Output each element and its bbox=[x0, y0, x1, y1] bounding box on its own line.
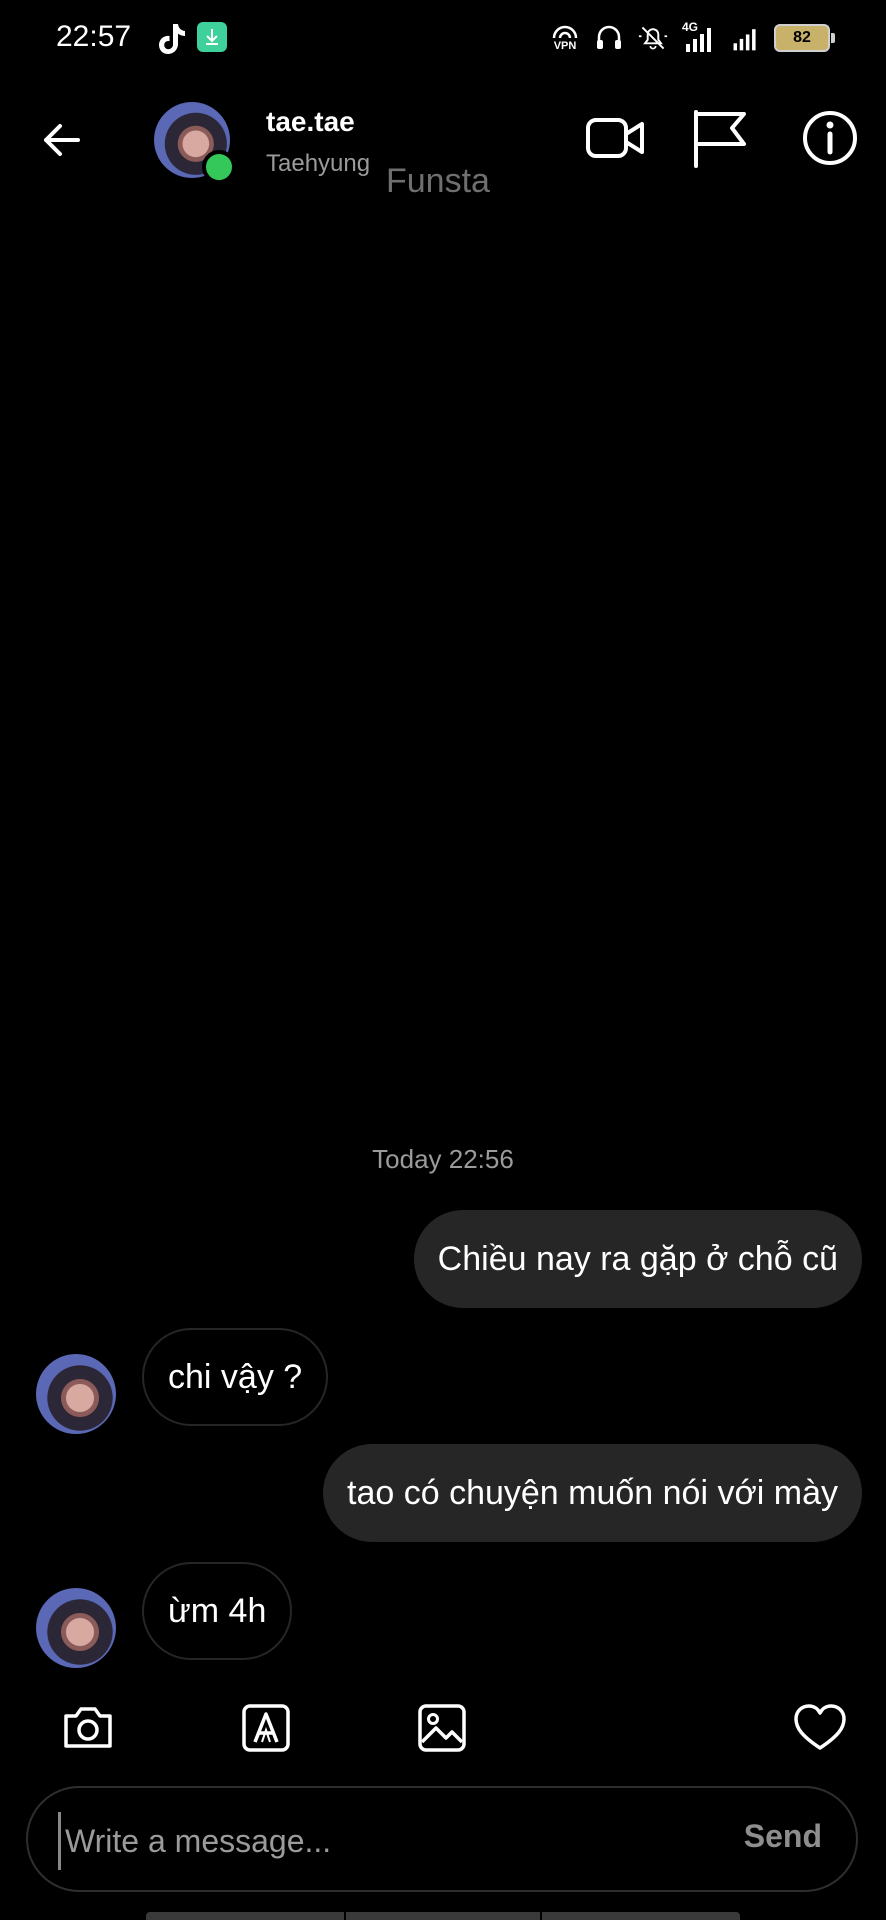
message-text: Chiều nay ra gặp ở chỗ cũ bbox=[437, 1240, 838, 1278]
battery-icon: 82 bbox=[774, 24, 835, 52]
message-composer: Send bbox=[26, 1786, 858, 1892]
header-username[interactable]: tae.tae bbox=[266, 106, 355, 138]
chat-screen: 22:57 VPN 4G 82 tae.tae Taehyung Funsta … bbox=[0, 0, 886, 1920]
send-button[interactable]: Send bbox=[744, 1818, 822, 1855]
signal-4g-icon: 4G bbox=[682, 20, 716, 54]
status-bar: 22:57 VPN 4G 82 bbox=[0, 0, 886, 80]
video-call-icon[interactable] bbox=[584, 106, 648, 170]
signal-icon bbox=[733, 29, 756, 51]
online-status-dot bbox=[202, 150, 236, 184]
navigation-handle[interactable] bbox=[146, 1912, 740, 1920]
camera-icon[interactable] bbox=[60, 1700, 116, 1756]
conversation-timestamp: Today 22:56 bbox=[372, 1144, 514, 1174]
avatar[interactable] bbox=[154, 102, 236, 184]
message-text: chi vậy ? bbox=[168, 1358, 303, 1396]
message-text: ừm 4h bbox=[168, 1592, 267, 1630]
chat-header: tae.tae Taehyung Funsta bbox=[0, 80, 886, 200]
text-style-icon[interactable] bbox=[238, 1700, 294, 1756]
avatar[interactable] bbox=[36, 1354, 116, 1434]
gallery-icon[interactable] bbox=[414, 1700, 470, 1756]
message-bubble-outgoing[interactable]: tao có chuyện muốn nói với mày bbox=[323, 1444, 862, 1542]
watermark: Funsta bbox=[386, 162, 490, 200]
vpn-icon: VPN bbox=[550, 22, 580, 54]
download-icon bbox=[197, 22, 227, 52]
message-input[interactable] bbox=[58, 1812, 687, 1870]
status-icons: VPN 4G 82 bbox=[550, 20, 835, 54]
avatar[interactable] bbox=[36, 1588, 116, 1668]
message-text: tao có chuyện muốn nói với mày bbox=[347, 1474, 838, 1512]
network-label: 4G bbox=[682, 20, 699, 34]
vpn-label: VPN bbox=[553, 40, 577, 52]
back-arrow-icon[interactable] bbox=[38, 116, 86, 164]
message-toolbar bbox=[0, 1700, 886, 1760]
mute-bell-icon bbox=[638, 26, 668, 50]
tiktok-icon bbox=[159, 24, 185, 54]
heart-icon[interactable] bbox=[792, 1700, 848, 1756]
flag-icon[interactable] bbox=[688, 106, 752, 170]
battery-level: 82 bbox=[793, 29, 811, 46]
status-time: 22:57 bbox=[56, 20, 132, 53]
headset-icon bbox=[597, 25, 621, 49]
message-bubble-incoming[interactable]: ừm 4h bbox=[142, 1562, 293, 1660]
message-bubble-outgoing[interactable]: Chiều nay ra gặp ở chỗ cũ bbox=[413, 1210, 862, 1308]
message-bubble-incoming[interactable]: chi vậy ? bbox=[142, 1328, 329, 1426]
header-subtitle: Taehyung bbox=[266, 150, 371, 177]
info-icon[interactable] bbox=[798, 106, 862, 170]
